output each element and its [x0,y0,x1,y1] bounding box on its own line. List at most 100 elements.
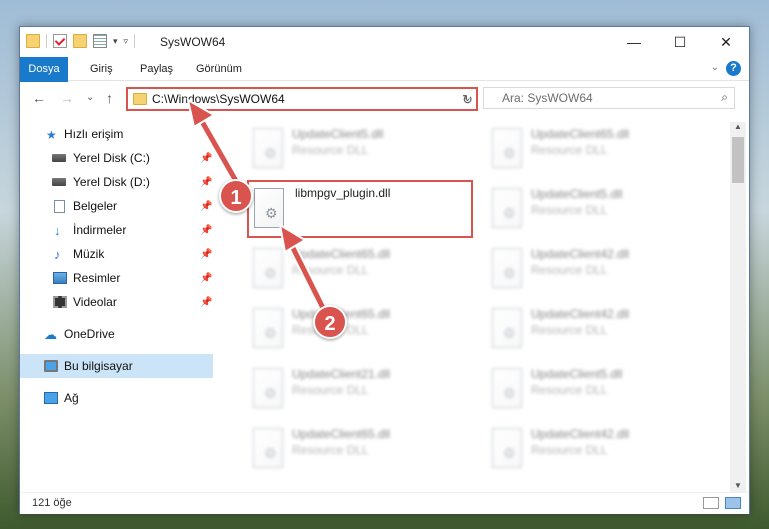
pictures-icon [53,272,67,284]
navigation-bar: ← → ⌄ ↑ C:\Windows\SysWOW64 ⌄ ↻ Ara: Sys… [20,82,749,116]
file-item[interactable]: UpdateClient42.dll Resource DLL [484,242,704,298]
sidebar-item-label: Bu bilgisayar [64,359,133,373]
dll-file-icon [492,308,522,348]
customize-icon[interactable] [93,34,107,48]
tab-home[interactable]: Giriş [90,57,113,81]
file-item[interactable]: UpdateClient65.dll Resource DLL [245,422,465,478]
back-button[interactable]: ← [32,90,46,106]
file-list: UpdateClient5.dll Resource DLL libmpgv_p… [230,122,728,492]
sidebar-item-label: Resimler [73,271,121,285]
details-view-icon[interactable] [703,497,719,509]
toolbar-divider [134,34,136,48]
file-name: UpdateClient65.dll [292,247,391,261]
sidebar-item-onedrive[interactable]: ☁ OneDrive [20,322,213,346]
search-placeholder[interactable]: Ara: SysWOW64 [502,91,593,105]
sidebar-item-quick-access[interactable]: ★ Hızlı erişim [20,122,213,146]
sidebar-item-pictures[interactable]: Resimler 📌 [20,266,213,290]
qat-dropdown-icon[interactable]: ▾ [113,36,118,47]
file-item[interactable]: UpdateClient42.dll Resource DLL [484,422,704,478]
sidebar-item-this-pc[interactable]: Bu bilgisayar [20,354,213,378]
close-button[interactable]: ✕ [703,27,749,57]
step-badge-2: 2 [313,305,347,339]
file-item[interactable]: UpdateClient21.dll Resource DLL [245,362,465,418]
sidebar-item-label: Müzik [73,247,105,261]
quick-access-toolbar: ▾ ▿ [26,34,136,48]
disk-icon [52,178,66,186]
address-path[interactable]: C:\Windows\SysWOW64 [152,92,285,106]
file-name: UpdateClient5.dll [531,187,623,201]
refresh-icon[interactable]: ↻ [458,89,477,109]
file-type: Resource DLL [292,443,369,457]
dll-file-icon [253,128,283,168]
window-title: SysWOW64 [160,35,226,49]
file-name: UpdateClient42.dll [531,427,630,441]
scroll-up-icon[interactable]: ▲ [734,122,742,131]
file-name: UpdateClient21.dll [292,367,391,381]
file-name: UpdateClient42.dll [531,247,630,261]
file-name: UpdateClient42.dll [531,307,630,321]
step-badge-1: 1 [219,179,253,213]
file-type: Resource DLL [531,263,608,277]
sidebar-item-local-disk-c[interactable]: Yerel Disk (C:) 📌 [20,146,213,170]
file-type: Resource DLL [292,383,369,397]
sidebar-item-network[interactable]: Ağ [20,386,213,410]
file-type: Resource DLL [531,383,608,397]
pin-icon: 📌 [200,224,213,236]
network-icon [44,392,58,404]
pin-icon: 📌 [200,152,213,164]
address-bar[interactable]: C:\Windows\SysWOW64 ⌄ [126,87,478,111]
forward-button[interactable]: → [60,90,74,106]
recent-locations-button[interactable]: ⌄ [86,92,94,103]
dll-file-icon [253,428,283,468]
sidebar-item-videos[interactable]: Videolar 📌 [20,290,213,314]
scrollbar-thumb[interactable] [732,137,744,183]
file-type: Resource DLL [531,143,608,157]
large-icons-view-icon[interactable] [725,497,741,509]
sidebar-item-documents[interactable]: Belgeler 📌 [20,194,213,218]
disk-icon [52,154,66,162]
sidebar-item-local-disk-d[interactable]: Yerel Disk (D:) 📌 [20,170,213,194]
file-item[interactable]: UpdateClient65.dll Resource DLL [245,302,465,358]
item-count: 121 öğe [32,497,72,509]
maximize-button[interactable]: ☐ [657,27,703,57]
toolbar-divider [46,34,47,48]
file-item[interactable]: UpdateClient5.dll Resource DLL [245,122,465,178]
up-button[interactable]: ↑ [106,90,113,106]
file-item[interactable]: UpdateClient5.dll Resource DLL [484,362,704,418]
ribbon-expand-icon[interactable]: ⌄ [711,62,719,73]
folder-icon [133,93,147,105]
search-box[interactable]: Ara: SysWOW64 ⌕ [483,87,735,109]
file-type: Resource DLL [292,143,369,157]
file-name: UpdateClient5.dll [292,127,384,141]
star-icon: ★ [46,128,57,142]
file-name: UpdateClient65.dll [292,427,391,441]
title-bar: ▾ ▿ SysWOW64 — ☐ ✕ [20,27,749,57]
sidebar-item-music[interactable]: ♪ Müzik 📌 [20,242,213,266]
dll-file-icon [254,188,284,228]
dll-file-icon [253,248,283,288]
file-item[interactable]: UpdateClient42.dll Resource DLL [484,302,704,358]
help-icon[interactable]: ? [726,61,741,76]
sidebar-item-downloads[interactable]: ↓ İndirmeler 📌 [20,218,213,242]
tab-share[interactable]: Paylaş [140,57,173,81]
vertical-scrollbar[interactable]: ▲ ▼ [730,122,746,492]
file-item[interactable]: UpdateClient65.dll Resource DLL [484,122,704,178]
dll-file-icon [253,368,283,408]
pin-icon: 📌 [200,248,213,260]
download-icon: ↓ [54,223,61,238]
qat-customize-icon[interactable]: ▿ [124,36,129,47]
search-icon[interactable]: ⌕ [721,90,728,105]
file-item-libmpgv-plugin[interactable]: libmpgv_plugin.dll [247,180,473,238]
new-folder-icon[interactable] [73,34,87,48]
pin-icon: 📌 [200,272,213,284]
sidebar-item-label: OneDrive [64,327,115,341]
ribbon-tabs: Dosya Giriş Paylaş Görünüm ⌄ ? [20,57,749,113]
file-item[interactable]: UpdateClient5.dll Resource DLL [484,182,704,238]
file-item[interactable]: UpdateClient65.dll Resource DLL [245,242,465,298]
dll-file-icon [492,428,522,468]
scroll-down-icon[interactable]: ▼ [734,481,742,490]
file-type: Resource DLL [531,443,608,457]
minimize-button[interactable]: — [611,27,657,57]
properties-check-icon[interactable] [53,34,67,48]
tab-view[interactable]: Görünüm [196,57,242,81]
